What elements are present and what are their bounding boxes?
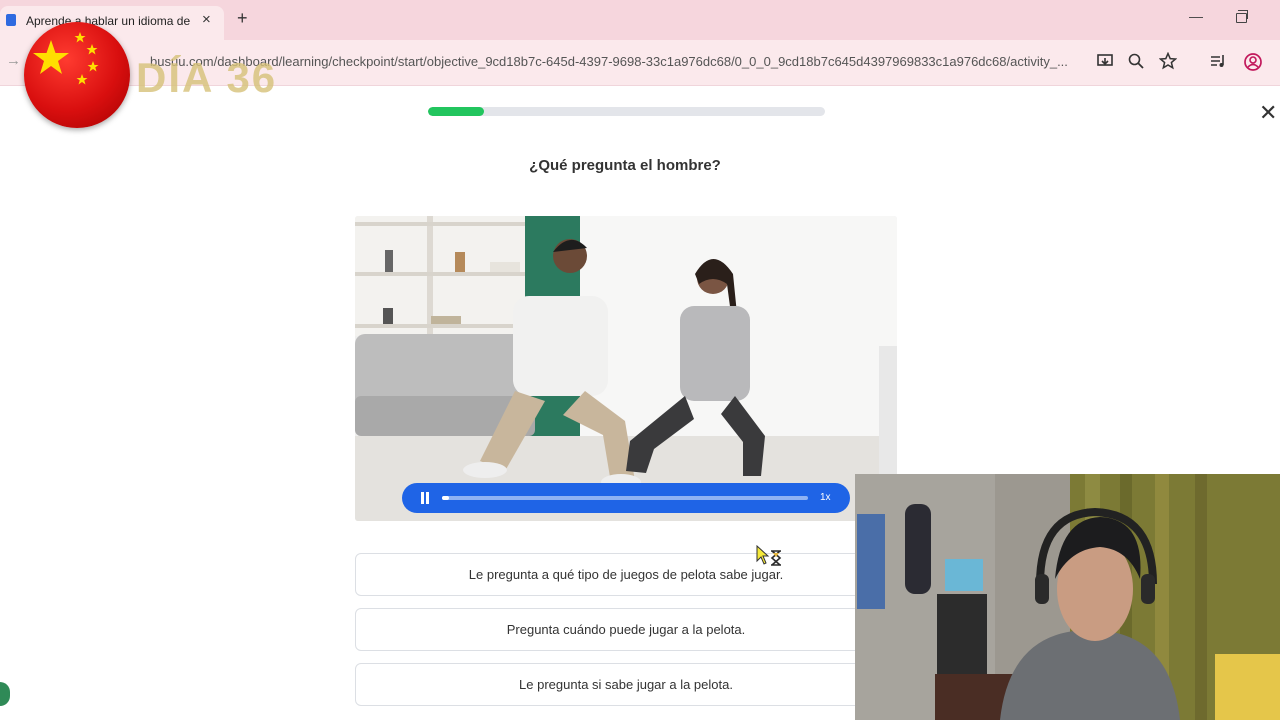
day-counter-label: DÍA 36: [136, 54, 278, 101]
answer-option-3[interactable]: Le pregunta si sabe jugar a la pelota.: [355, 663, 897, 706]
audio-seek-fill: [442, 496, 450, 500]
profile-icon[interactable]: [1243, 52, 1263, 72]
new-tab-button[interactable]: +: [237, 9, 248, 27]
address-bar[interactable]: busuu.com/dashboard/learning/checkpoint/…: [150, 54, 1068, 69]
china-flag-icon: [24, 22, 130, 128]
answer-option-2[interactable]: Pregunta cuándo puede jugar a la pelota.: [355, 608, 897, 651]
zoom-icon[interactable]: [1126, 52, 1146, 72]
exercise-image: [355, 216, 897, 521]
lesson-progress-fill: [428, 107, 484, 116]
media-controls-icon[interactable]: [1208, 52, 1228, 72]
lesson-progress-bar: [428, 107, 825, 116]
restore-window-button[interactable]: [1236, 10, 1248, 23]
close-tab-icon[interactable]: ×: [202, 11, 211, 28]
support-chat-icon[interactable]: [0, 682, 10, 706]
browser-tab-bar: Aprende a hablar un idioma de × + —: [0, 0, 1280, 40]
busuu-favicon-icon: [6, 14, 16, 26]
pause-icon[interactable]: [420, 492, 430, 504]
forward-icon[interactable]: →: [6, 52, 21, 69]
install-app-icon[interactable]: [1095, 52, 1115, 72]
answer-option-1[interactable]: Le pregunta a qué tipo de juegos de pelo…: [355, 553, 897, 596]
busy-cursor-icon: [756, 544, 784, 572]
question-prompt: ¿Qué pregunta el hombre?: [529, 157, 721, 174]
webcam-overlay: [855, 474, 1280, 720]
audio-player: 1x: [402, 483, 850, 513]
bookmark-star-icon[interactable]: [1158, 51, 1178, 72]
close-lesson-icon[interactable]: ✕: [1259, 100, 1277, 126]
audio-seek-bar[interactable]: [442, 496, 808, 500]
playback-speed-button[interactable]: 1x: [820, 492, 831, 503]
minimize-window-button[interactable]: —: [1189, 8, 1203, 24]
